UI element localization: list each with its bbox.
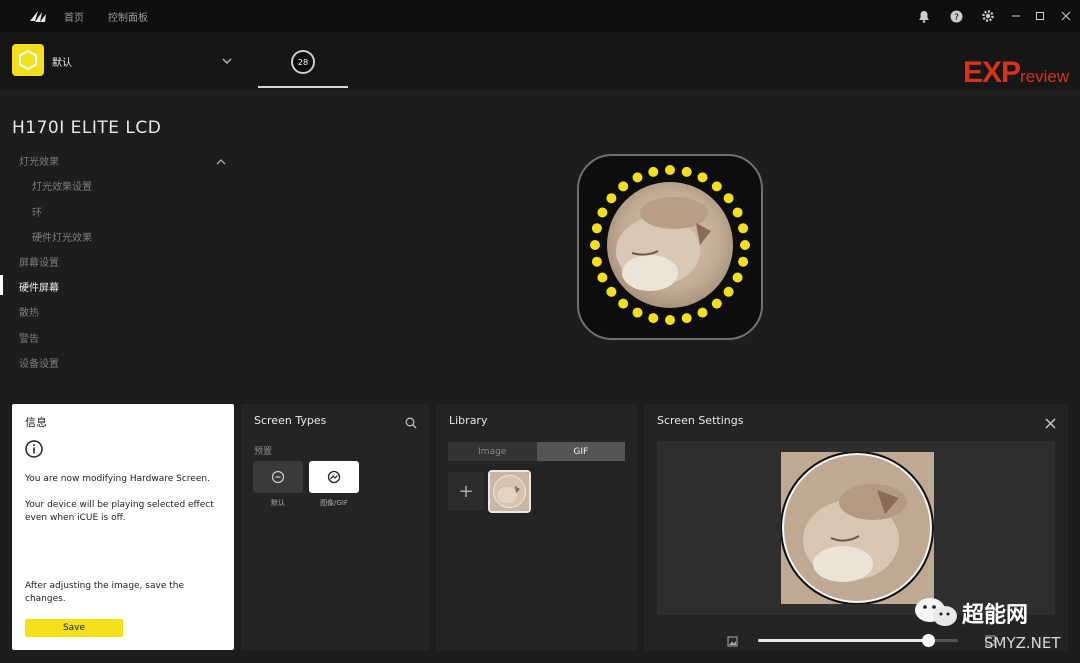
led-dot	[697, 307, 708, 318]
led-dot	[597, 207, 608, 218]
screen-settings-title: Screen Settings	[657, 414, 744, 427]
library-title: Library	[449, 414, 488, 427]
bell-icon[interactable]	[908, 0, 940, 32]
led-dot	[732, 207, 743, 218]
help-icon[interactable]: ?	[940, 0, 972, 32]
image-crop-stage[interactable]	[657, 441, 1055, 615]
screen-types-panel: Screen Types 预置 默认 图像/GIF	[241, 404, 429, 650]
wechat-icon	[913, 596, 959, 632]
led-dot	[618, 181, 629, 192]
watermark-review-text: review	[1020, 67, 1070, 86]
menu-cooling[interactable]: 散热	[19, 304, 39, 319]
info-icon	[25, 440, 43, 462]
nav-dashboard[interactable]: 控制面板	[108, 9, 148, 24]
title-bar: 首页 控制面板 ?	[0, 0, 1080, 32]
led-dot	[681, 313, 692, 324]
tab-image[interactable]: Image	[448, 442, 537, 461]
device-tab[interactable]: 28	[258, 32, 348, 88]
tab-underline	[258, 86, 348, 88]
library-toggle: Image GIF	[448, 442, 625, 461]
zoom-slider-knob[interactable]	[922, 634, 935, 647]
menu-device-settings[interactable]: 设备设置	[19, 355, 59, 370]
close-icon[interactable]	[1045, 414, 1056, 433]
menu-lighting[interactable]: 灯光效果	[19, 153, 59, 168]
crop-image[interactable]	[781, 452, 934, 604]
info-panel: 信息 You are now modifying Hardware Screen…	[12, 404, 234, 650]
led-dot	[591, 223, 602, 234]
led-dot	[711, 298, 722, 309]
default-type-card[interactable]	[253, 461, 303, 493]
led-dot	[648, 313, 659, 324]
led-dot	[590, 240, 600, 250]
chevron-down-icon[interactable]	[221, 52, 233, 71]
watermark-exp-text: EXP	[963, 56, 1021, 89]
menu-lighting-setup[interactable]: 灯光效果设置	[32, 178, 92, 193]
info-message: You are now modifying Hardware Screen.	[25, 474, 210, 484]
profile-name[interactable]: 默认	[52, 54, 72, 69]
menu-screen-setup[interactable]: 屏幕设置	[19, 254, 59, 269]
led-dot	[711, 181, 722, 192]
gear-icon[interactable]	[972, 0, 1004, 32]
default-type-label: 默认	[271, 499, 285, 507]
menu-active-indicator	[0, 275, 3, 295]
led-dot	[681, 166, 692, 177]
info-save-hint: After adjusting the image, save the chan…	[25, 581, 184, 604]
device-title: H170I ELITE LCD	[12, 118, 162, 138]
tab-gif[interactable]: GIF	[536, 442, 625, 461]
led-dot	[665, 315, 675, 325]
info-offline-note: Your device will be playing selected eff…	[25, 500, 214, 523]
led-dot	[606, 193, 617, 204]
gif-thumbnail[interactable]	[488, 470, 531, 513]
menu-hw-lighting[interactable]: 硬件灯光效果	[32, 229, 92, 244]
image-gif-type-card[interactable]	[309, 461, 359, 493]
led-dot	[618, 298, 629, 309]
search-icon[interactable]	[405, 414, 417, 433]
minimize-icon[interactable]	[1004, 0, 1028, 32]
screen-types-title: Screen Types	[254, 414, 327, 427]
menu-hw-screen[interactable]: 硬件屏幕	[19, 279, 59, 294]
preset-label: 预置	[254, 447, 273, 457]
led-dot	[738, 223, 749, 234]
led-dot	[740, 240, 750, 250]
led-dot	[732, 272, 743, 283]
svg-text:?: ?	[954, 13, 959, 23]
chevron-up-icon[interactable]	[215, 153, 227, 172]
led-dot	[723, 286, 734, 297]
image-icon	[727, 632, 738, 651]
close-icon[interactable]	[1052, 0, 1080, 32]
image-gif-type-label: 图像/GIF	[320, 499, 348, 507]
led-dot	[648, 166, 659, 177]
led-dot	[632, 307, 643, 318]
site-watermark: SMYZ.NET	[984, 634, 1061, 652]
zoom-slider[interactable]	[758, 634, 958, 647]
led-dot	[632, 172, 643, 183]
menu-alerts[interactable]: 警告	[19, 330, 39, 345]
exp-watermark: EXPreview	[963, 56, 1069, 90]
led-dot	[723, 193, 734, 204]
device-preview	[576, 153, 764, 341]
profile-bar: 默认 28 EXPreview	[0, 32, 1080, 90]
nav-home[interactable]: 首页	[64, 9, 84, 24]
maximize-icon[interactable]	[1028, 0, 1052, 32]
info-title: 信息	[25, 416, 47, 429]
menu-ring[interactable]: 环	[32, 204, 42, 219]
profile-icon[interactable]	[12, 44, 44, 76]
cn-watermark: 超能网	[962, 603, 1029, 628]
library-panel: Library Image GIF +	[436, 404, 637, 650]
led-dot	[591, 256, 602, 267]
zoom-slider-fill	[758, 639, 928, 642]
led-dot	[738, 256, 749, 267]
add-media-button[interactable]: +	[448, 472, 484, 510]
led-dot	[697, 172, 708, 183]
save-button[interactable]: Save	[25, 619, 123, 637]
device-badge: 28	[291, 50, 315, 74]
led-dot	[665, 165, 675, 175]
led-dot	[597, 272, 608, 283]
led-dot	[606, 286, 617, 297]
corsair-logo[interactable]	[24, 9, 52, 23]
